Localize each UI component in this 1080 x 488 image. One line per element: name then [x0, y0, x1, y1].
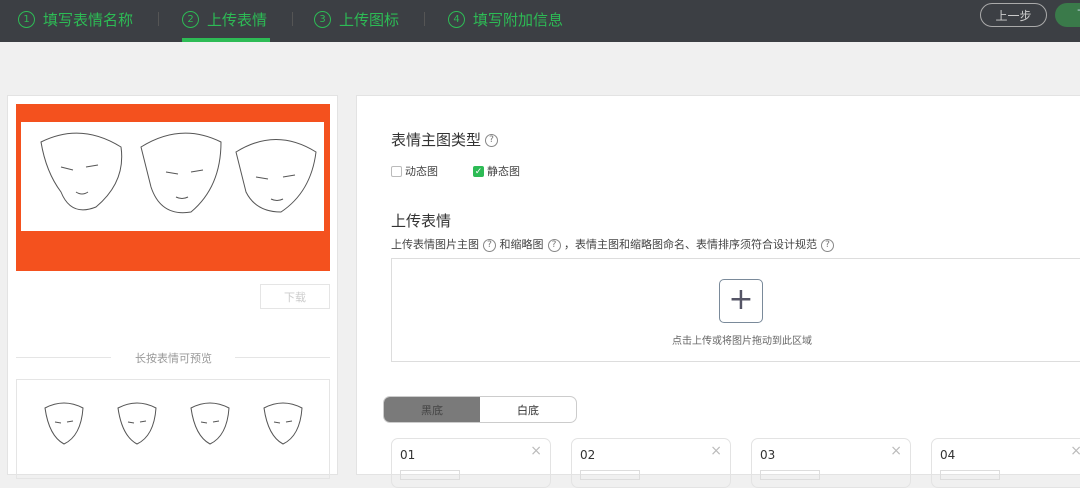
background-toggle: 黑底 白底 — [383, 396, 577, 423]
checkbox-static[interactable]: ✓ 静态图 — [473, 163, 520, 179]
card-field[interactable] — [940, 470, 1000, 480]
top-bar: 1 填写表情名称 2 上传表情 3 上传图标 4 填写附加信息 上一步 下 — [0, 0, 1080, 42]
step-4[interactable]: 4 填写附加信息 — [448, 9, 563, 29]
type-title: 表情主图类型? — [391, 129, 499, 150]
step-number: 2 — [182, 10, 199, 28]
upload-panel: 表情主图类型? 动态图 ✓ 静态图 上传表情 上传表情图片主图? 和缩略图? ，表… — [356, 95, 1080, 488]
close-icon[interactable]: × — [890, 443, 902, 459]
sticker-card[interactable]: 01 × — [391, 438, 551, 488]
help-icon[interactable]: ? — [483, 238, 496, 252]
step-3[interactable]: 3 上传图标 — [314, 9, 399, 29]
card-number: 03 — [760, 448, 776, 462]
help-icon[interactable]: ? — [821, 238, 834, 252]
card-field[interactable] — [760, 470, 820, 480]
upload-description: 上传表情图片主图? 和缩略图? ，表情主图和缩略图命名、表情排序须符合设计规范? — [391, 236, 834, 252]
divider — [158, 12, 159, 26]
step-2[interactable]: 2 上传表情 — [182, 9, 267, 29]
help-icon[interactable]: ? — [485, 134, 499, 147]
toggle-black-bg[interactable]: 黑底 — [384, 397, 480, 422]
card-number: 02 — [580, 448, 596, 462]
sticker-thumbnail[interactable] — [110, 398, 164, 450]
card-field[interactable] — [580, 470, 640, 480]
desc-text: 和缩略图 — [499, 238, 544, 251]
sticker-thumbnail[interactable] — [256, 398, 310, 450]
preview-panel: 下载 长按表情可预览 — [7, 95, 338, 479]
close-icon[interactable]: × — [1070, 443, 1080, 459]
divider — [424, 12, 425, 26]
checkbox-label: 动态图 — [405, 165, 438, 178]
sticker-thumbnail[interactable] — [183, 398, 237, 450]
sticker-card[interactable]: 04 × — [931, 438, 1080, 488]
card-number: 01 — [400, 448, 416, 462]
prev-button[interactable]: 上一步 — [980, 3, 1047, 27]
help-icon[interactable]: ? — [547, 238, 561, 252]
checkbox-checked-icon: ✓ — [473, 165, 484, 177]
step-number: 1 — [18, 10, 35, 28]
download-button[interactable]: 下载 — [260, 284, 330, 309]
step-1[interactable]: 1 填写表情名称 — [18, 9, 133, 29]
close-icon[interactable]: × — [530, 443, 542, 459]
checkbox-label: 静态图 — [487, 165, 520, 178]
step-label: 填写附加信息 — [473, 10, 564, 29]
upload-title: 上传表情 — [391, 212, 452, 230]
divider — [292, 12, 293, 26]
banner-preview — [16, 104, 330, 271]
thumbnail-grid — [16, 379, 330, 479]
checkbox-icon — [391, 165, 402, 177]
step-label: 填写表情名称 — [43, 10, 134, 29]
active-step-underline — [182, 38, 270, 42]
desc-text: ，表情主图和缩略图命名、表情排序须符合设计规范 — [564, 238, 817, 251]
sticker-card[interactable]: 03 × — [751, 438, 911, 488]
sticker-card[interactable]: 02 × — [571, 438, 731, 488]
card-number: 04 — [940, 448, 956, 462]
close-icon[interactable]: × — [710, 443, 722, 459]
step-label: 上传表情 — [207, 10, 268, 29]
upload-dropzone[interactable]: + 点击上传或将图片拖动到此区域 — [391, 258, 1080, 362]
plus-icon[interactable]: + — [719, 279, 763, 323]
upload-hint: 点击上传或将图片拖动到此区域 — [672, 336, 812, 347]
toggle-white-bg[interactable]: 白底 — [480, 397, 576, 422]
type-title-text: 表情主图类型 — [391, 131, 482, 149]
desc-text: 上传表情图片主图 — [391, 238, 479, 251]
step-number: 4 — [448, 10, 465, 28]
card-field[interactable] — [400, 470, 460, 480]
step-number: 3 — [314, 10, 331, 28]
sticker-thumbnail[interactable] — [37, 398, 91, 450]
checkbox-animated[interactable]: 动态图 — [391, 163, 438, 179]
sketch-image — [21, 122, 324, 231]
next-button[interactable]: 下 — [1055, 3, 1080, 27]
preview-hint: 长按表情可预览 — [135, 352, 212, 365]
step-label: 上传图标 — [339, 10, 400, 29]
